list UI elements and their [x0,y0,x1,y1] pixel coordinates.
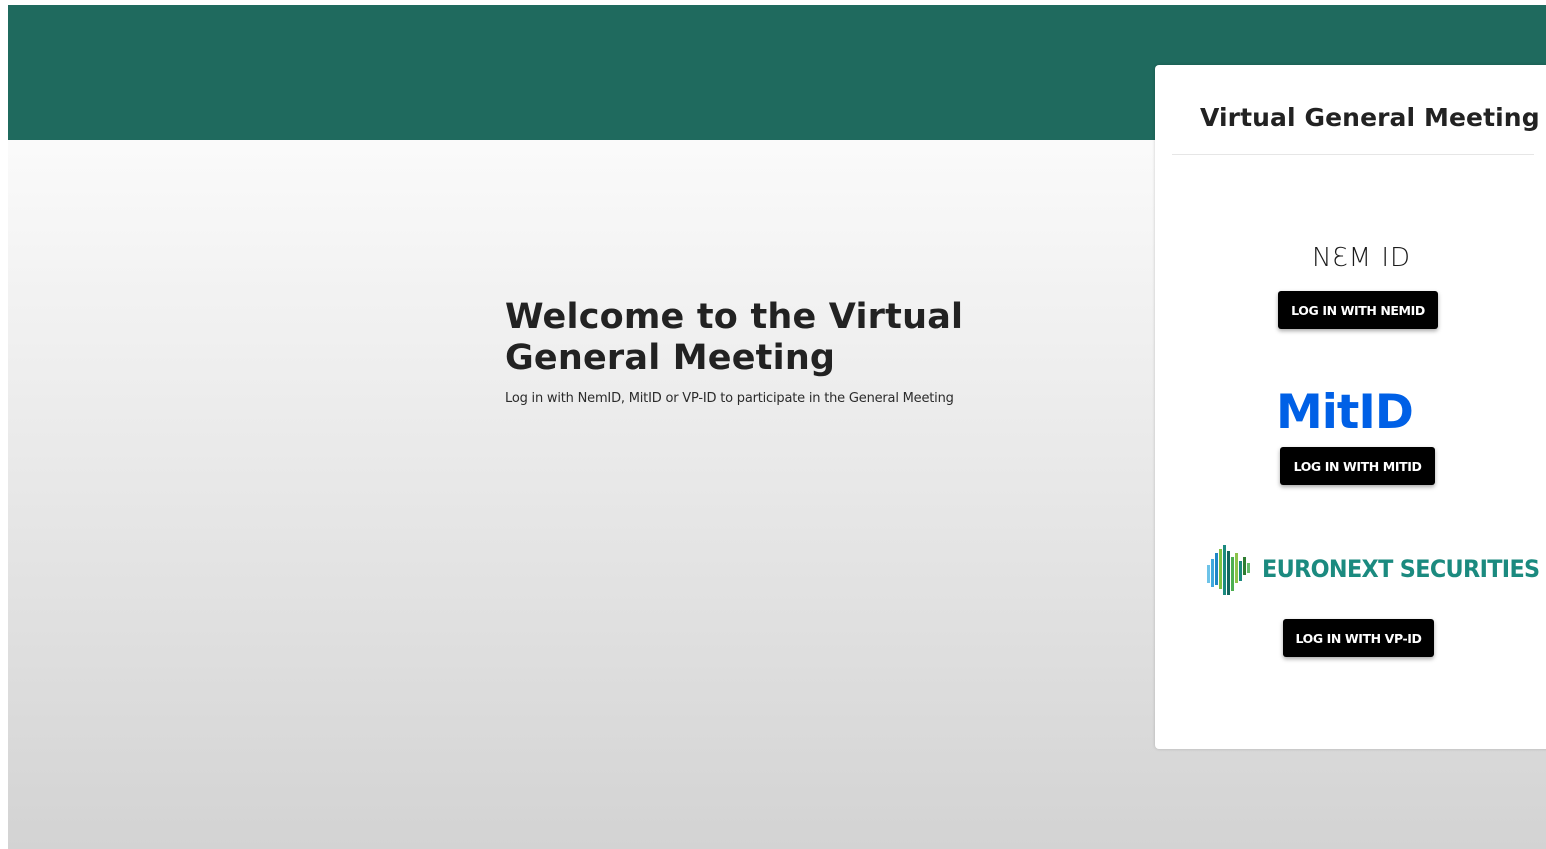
login-card-title: Virtual General Meeting [1200,103,1540,132]
nemid-logo: NƐM ID [1312,243,1412,273]
mitid-logo-icon: MitID [1276,385,1414,440]
login-card: Virtual General Meeting NƐM ID LOG IN WI… [1155,65,1546,749]
login-mitid-button[interactable]: LOG IN WITH MITID [1280,447,1435,485]
welcome-title: Welcome to the Virtual General Meeting [505,297,1025,379]
mitid-logo-text: MitID [1276,385,1413,435]
welcome-section: Welcome to the Virtual General Meeting L… [505,297,1025,406]
euronext-logo-icon [1207,545,1250,595]
login-vpid-button[interactable]: LOG IN WITH VP-ID [1283,619,1434,657]
card-divider [1172,154,1534,155]
welcome-subtitle: Log in with NemID, MitID or VP-ID to par… [505,391,954,406]
login-nemid-button[interactable]: LOG IN WITH NEMID [1278,291,1438,329]
euronext-logo-text: EURONEXT SECURITIES [1262,555,1540,583]
welcome-title-line2: General Meeting [505,338,836,378]
euronext-logo: EURONEXT SECURITIES [1205,543,1540,599]
mitid-logo: MitID [1276,385,1440,440]
welcome-title-line1: Welcome to the Virtual [505,297,964,337]
